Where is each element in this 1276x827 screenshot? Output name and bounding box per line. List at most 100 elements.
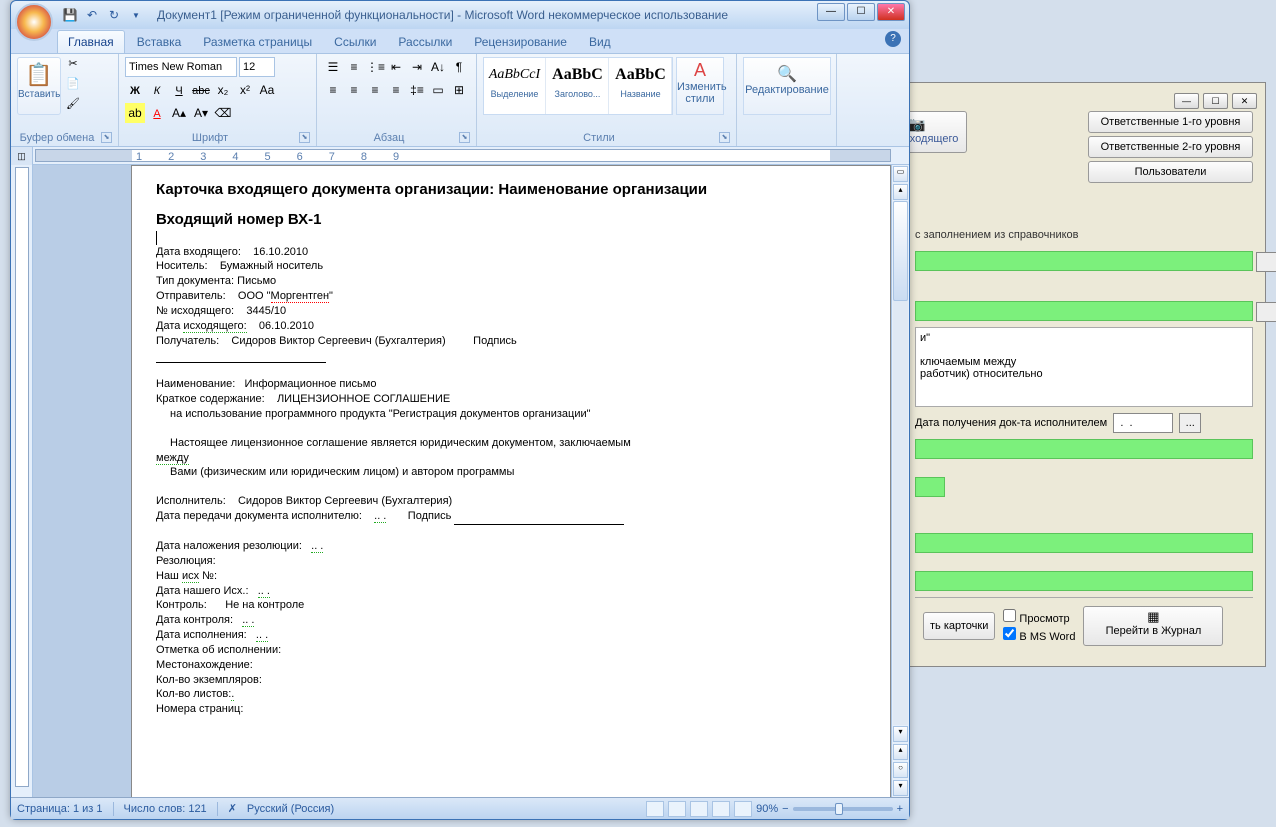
fullscreen-view[interactable] [668, 801, 686, 817]
green-field-6[interactable] [915, 571, 1253, 591]
underline-button[interactable]: Ч [169, 80, 189, 100]
tab-view[interactable]: Вид [579, 31, 621, 53]
font-launcher[interactable]: ⬊ [299, 132, 310, 143]
qat-customize-icon[interactable]: ▼ [127, 6, 145, 24]
tab-review[interactable]: Рецензирование [464, 31, 577, 53]
zoom-in-button[interactable]: + [897, 803, 903, 815]
qat-redo-icon[interactable]: ↻ [105, 6, 123, 24]
qat-save-icon[interactable]: 💾 [61, 6, 79, 24]
line-spacing-button[interactable]: ‡≡ [407, 80, 427, 100]
tab-references[interactable]: Ссылки [324, 31, 386, 53]
numbering-button[interactable]: ≡ [344, 57, 364, 77]
document-page[interactable]: Карточка входящего документа организации… [131, 165, 891, 797]
date-picker-button[interactable]: ... [1179, 413, 1201, 433]
browse-object-button[interactable]: ○ [893, 762, 908, 778]
styles-gallery[interactable]: AaBbCcIВыделение AaBbCЗаголово... AaBbCН… [483, 57, 673, 115]
tab-insert[interactable]: Вставка [127, 31, 192, 53]
scroll-down-button[interactable]: ▾ [893, 726, 908, 742]
maximize-button[interactable]: ☐ [847, 3, 875, 21]
justify-button[interactable]: ≡ [386, 80, 406, 100]
horizontal-ruler[interactable]: 123456789 [35, 149, 891, 162]
sort-button[interactable]: A↓ [428, 57, 448, 77]
grow-font-button[interactable]: A▴ [169, 103, 189, 123]
zoom-out-button[interactable]: − [782, 803, 788, 815]
para-launcher[interactable]: ⬊ [459, 132, 470, 143]
align-center-button[interactable]: ≡ [344, 80, 364, 100]
scroll-up-button[interactable]: ▴ [893, 184, 908, 200]
card-button[interactable]: ть карточки [923, 612, 995, 640]
responsible-level1-button[interactable]: Ответственные 1-го уровня [1088, 111, 1253, 133]
status-page[interactable]: Страница: 1 из 1 [17, 803, 103, 815]
styles-launcher[interactable]: ⬊ [719, 132, 730, 143]
responsible-level2-button[interactable]: Ответственные 2-го уровня [1088, 136, 1253, 158]
status-language[interactable]: Русский (Россия) [247, 803, 334, 815]
align-left-button[interactable]: ≡ [323, 80, 343, 100]
zoom-value[interactable]: 90% [756, 803, 778, 815]
style-title[interactable]: AaBbCНазвание [610, 58, 672, 114]
shading-button[interactable]: ▭ [428, 80, 448, 100]
green-field-4[interactable] [915, 477, 945, 497]
clear-format-button[interactable]: ⌫ [213, 103, 233, 123]
scroll-thumb[interactable] [893, 201, 908, 301]
highlight-button[interactable]: ab [125, 103, 145, 123]
lookup-icon[interactable] [1256, 252, 1276, 272]
bg-maximize[interactable]: ☐ [1203, 93, 1228, 109]
style-heading[interactable]: AaBbCЗаголово... [547, 58, 609, 114]
bg-close[interactable]: ✕ [1232, 93, 1257, 109]
indent-dec-button[interactable]: ⇤ [386, 57, 406, 77]
prev-page-button[interactable]: ▴ [893, 744, 908, 760]
minimize-button[interactable]: — [817, 3, 845, 21]
italic-button[interactable]: К [147, 80, 167, 100]
zoom-slider[interactable] [793, 807, 893, 811]
goto-journal-button[interactable]: ▦ Перейти в Журнал [1083, 606, 1223, 646]
next-page-button[interactable]: ▾ [893, 780, 908, 796]
vertical-ruler[interactable] [11, 165, 33, 797]
indent-inc-button[interactable]: ⇥ [407, 57, 427, 77]
ruler-corner[interactable]: ◫ [11, 147, 33, 165]
ruler-toggle-icon[interactable]: ▭ [893, 166, 908, 182]
tab-mailings[interactable]: Рассылки [388, 31, 462, 53]
change-styles-button[interactable]: A Изменить стили [676, 57, 724, 115]
bg-minimize[interactable]: — [1174, 93, 1199, 109]
tab-layout[interactable]: Разметка страницы [193, 31, 322, 53]
green-field-2[interactable] [915, 301, 1253, 321]
vertical-scrollbar[interactable]: ▭ ▴ ▾ ▴ ○ ▾ [891, 165, 909, 797]
multilevel-button[interactable]: ⋮≡ [365, 57, 385, 77]
change-case-button[interactable]: Aa [257, 80, 277, 100]
green-field-1[interactable] [915, 251, 1253, 271]
bold-button[interactable]: Ж [125, 80, 145, 100]
users-button[interactable]: Пользователи [1088, 161, 1253, 183]
clipboard-launcher[interactable]: ⬊ [101, 132, 112, 143]
font-color-button[interactable]: A [147, 103, 167, 123]
superscript-button[interactable]: x² [235, 80, 255, 100]
editing-button[interactable]: 🔍 Редактирование [743, 57, 831, 115]
show-marks-button[interactable]: ¶ [449, 57, 469, 77]
document-viewport[interactable]: Карточка входящего документа организации… [33, 165, 891, 797]
status-words[interactable]: Число слов: 121 [124, 803, 207, 815]
green-field-5[interactable] [915, 533, 1253, 553]
proofing-icon[interactable]: ✗ [228, 802, 237, 815]
office-button[interactable] [15, 3, 53, 41]
subscript-button[interactable]: x₂ [213, 80, 233, 100]
font-size-select[interactable] [239, 57, 275, 77]
copy-icon[interactable]: 📄 [63, 77, 83, 94]
close-button[interactable]: ✕ [877, 3, 905, 21]
date-received-input[interactable] [1113, 413, 1173, 433]
paste-button[interactable]: 📋 Вставить [17, 57, 61, 115]
font-name-select[interactable] [125, 57, 237, 77]
borders-button[interactable]: ⊞ [449, 80, 469, 100]
draft-view[interactable] [734, 801, 752, 817]
strike-button[interactable]: abc [191, 80, 211, 100]
preview-checkbox[interactable]: Просмотр [1003, 609, 1075, 625]
msword-checkbox[interactable]: В MS Word [1003, 627, 1075, 643]
web-view[interactable] [690, 801, 708, 817]
content-textarea[interactable]: и" ключаемым между работчик) относительн… [915, 327, 1253, 407]
format-painter-icon[interactable]: 🖌 [63, 97, 83, 114]
shrink-font-button[interactable]: A▾ [191, 103, 211, 123]
bullets-button[interactable]: ☰ [323, 57, 343, 77]
qat-undo-icon[interactable]: ↶ [83, 6, 101, 24]
lookup-icon[interactable] [1256, 302, 1276, 322]
tab-home[interactable]: Главная [57, 30, 125, 53]
align-right-button[interactable]: ≡ [365, 80, 385, 100]
print-layout-view[interactable] [646, 801, 664, 817]
